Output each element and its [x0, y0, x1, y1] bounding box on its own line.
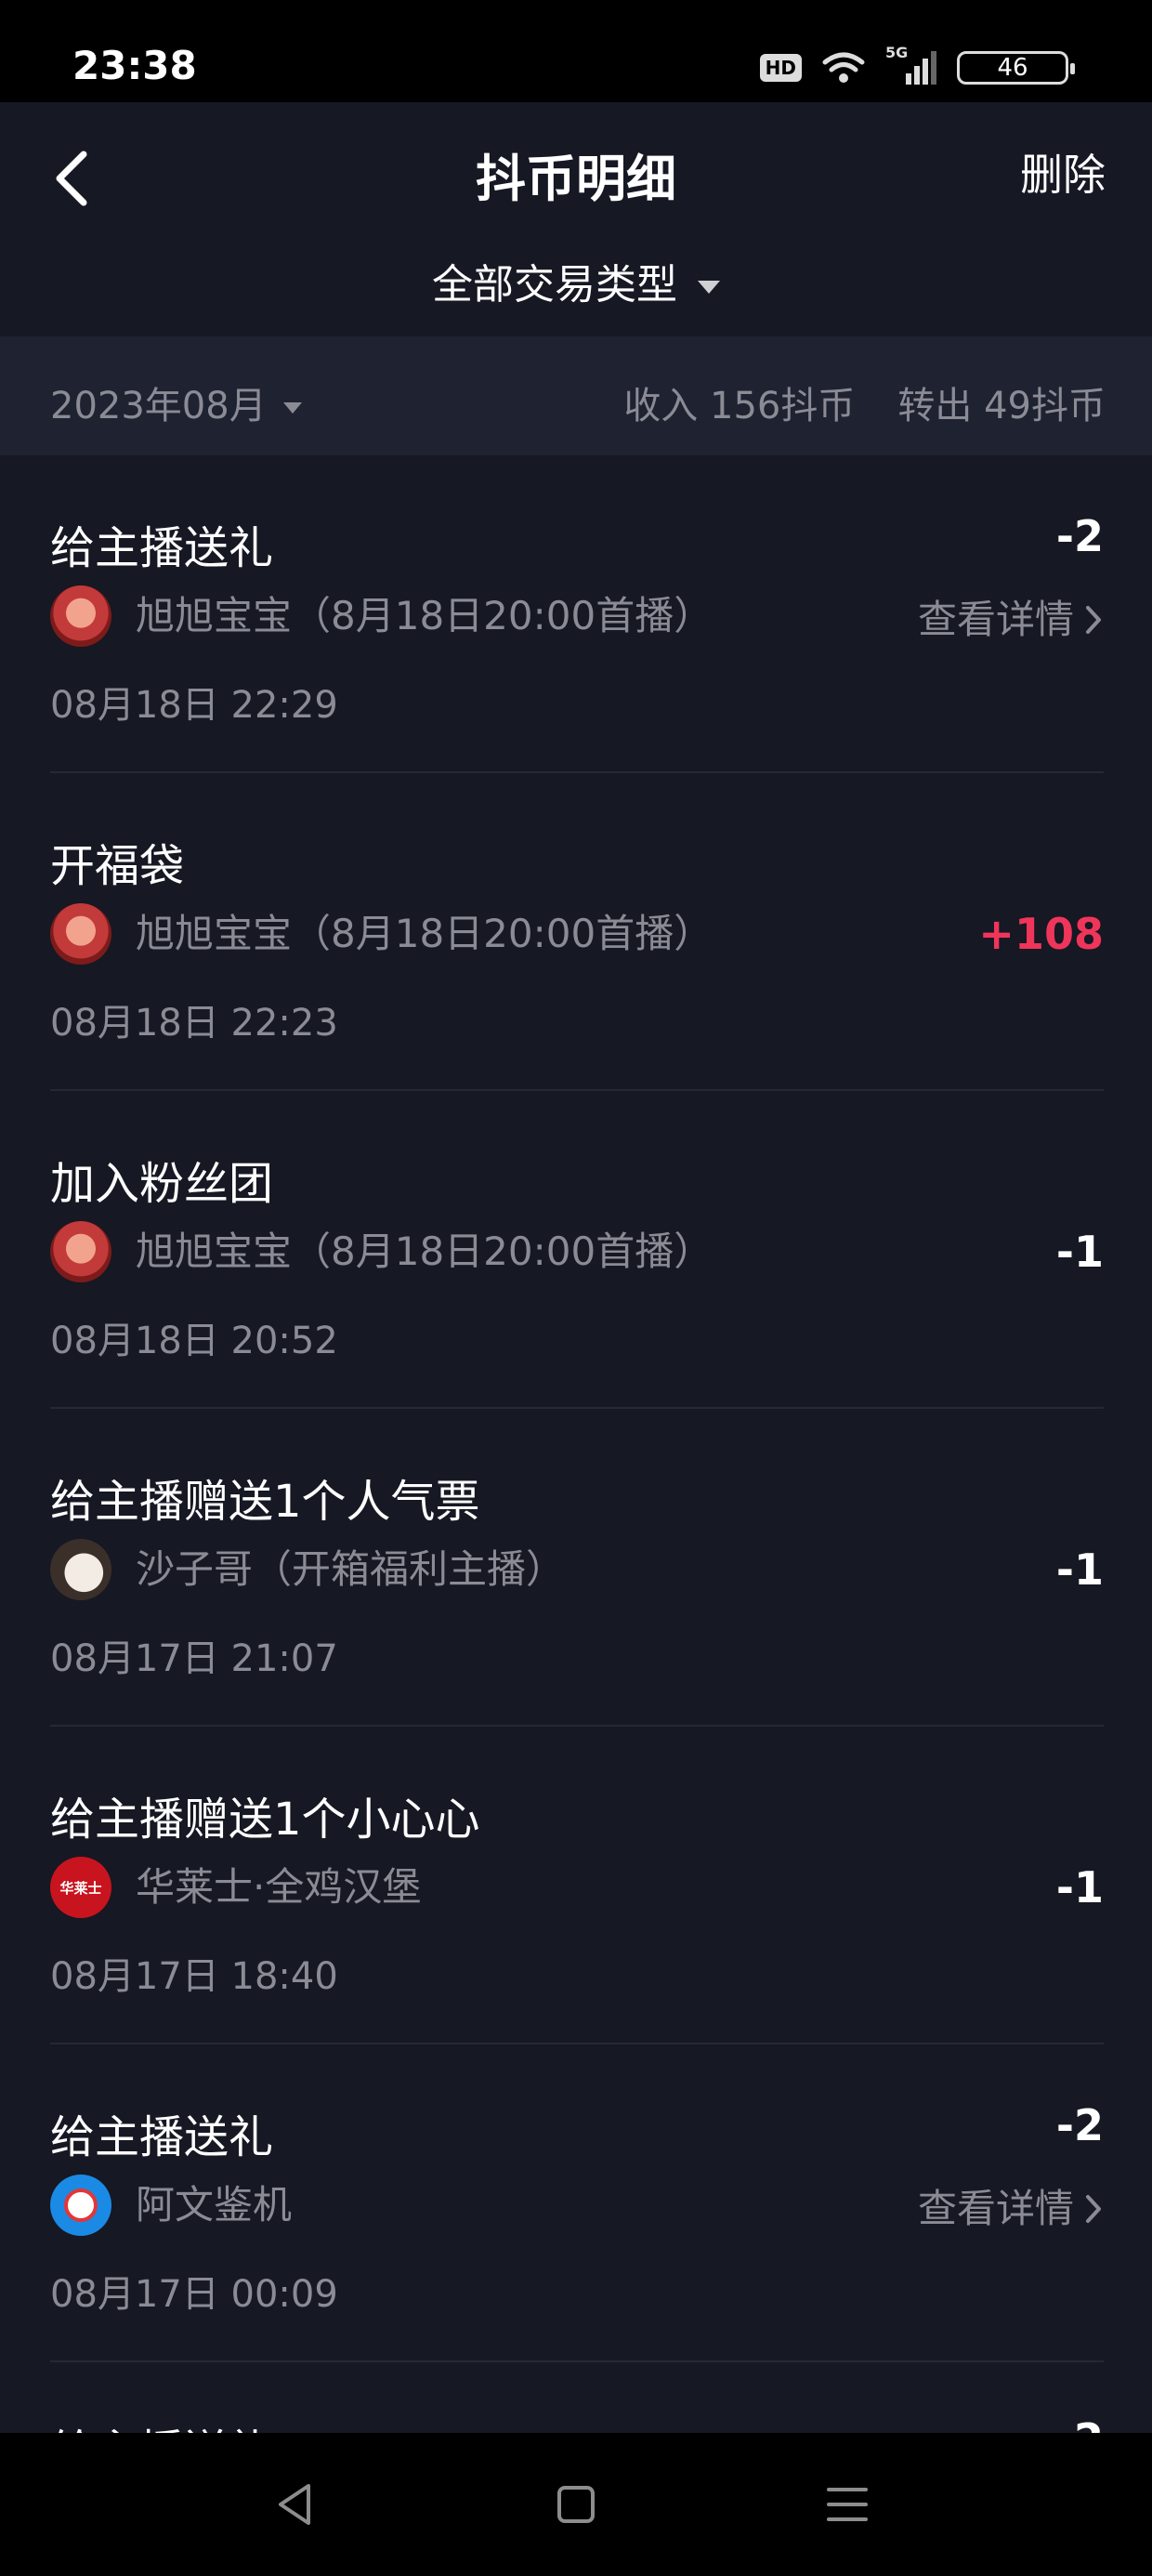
divider	[50, 2360, 1104, 2362]
status-bar: 23:38 HD 5G 46	[0, 0, 1152, 102]
view-details-label: 查看详情	[917, 597, 1074, 642]
caret-down-icon	[282, 402, 302, 414]
caret-down-icon	[698, 281, 720, 294]
month-summary: 2023年08月 收入 156抖币 转出 49抖币	[0, 336, 1152, 455]
transaction-row[interactable]: 给主播赠送1个小心心 华莱士 华莱士·全鸡汉堡 08月17日 18:40 -1	[0, 1727, 1152, 2044]
transaction-row[interactable]: 给主播送礼 旭旭宝宝（8月18日20:00首播） 08月18日 22:29 -2…	[0, 455, 1152, 773]
transaction-row[interactable]: 给主播赠送1个人气票 沙子哥（开箱福利主播） 08月17日 21:07 -1	[0, 1409, 1152, 1727]
transaction-time: 08月17日 00:09	[50, 2273, 338, 2316]
avatar	[50, 2175, 111, 2236]
transaction-time: 08月17日 18:40	[50, 1955, 338, 1998]
month-selector[interactable]: 2023年08月	[50, 375, 302, 429]
avatar	[50, 585, 111, 647]
square-home-icon	[557, 2486, 595, 2523]
chevron-right-icon	[1086, 2195, 1101, 2223]
nav-home-button[interactable]	[546, 2475, 606, 2534]
transaction-row[interactable]: 加入粉丝团 旭旭宝宝（8月18日20:00首播） 08月18日 20:52 -1	[0, 1091, 1152, 1409]
transaction-time: 08月17日 21:07	[50, 1637, 338, 1680]
battery-icon: 46	[957, 51, 1075, 85]
streamer-name: 华莱士·全鸡汉堡	[136, 1864, 422, 1910]
view-details-link[interactable]: 查看详情	[918, 2178, 1104, 2240]
streamer-name: 阿文鉴机	[136, 2182, 293, 2228]
cellular-icon: 5G	[885, 44, 936, 85]
status-time: 23:38	[72, 43, 197, 88]
transaction-amount: -2	[1055, 511, 1104, 561]
transaction-time: 08月18日 22:23	[50, 1002, 338, 1045]
status-icons: HD 5G 46	[759, 44, 1075, 91]
transaction-amount: -1	[1055, 1862, 1104, 1912]
view-details-link[interactable]: 查看详情	[918, 589, 1104, 651]
transaction-type-filter[interactable]: 全部交易类型	[0, 251, 1152, 310]
transaction-amount: -1	[1055, 1544, 1104, 1595]
transaction-title: 开福袋	[50, 840, 185, 892]
nav-menu-button[interactable]	[818, 2475, 877, 2534]
nav-back-button[interactable]	[268, 2475, 327, 2534]
streamer-name: 旭旭宝宝（8月18日20:00首播）	[136, 593, 713, 638]
streamer-name: 旭旭宝宝（8月18日20:00首播）	[136, 911, 713, 956]
transaction-row[interactable]: 开福袋 旭旭宝宝（8月18日20:00首播） 08月18日 22:23 +108	[0, 773, 1152, 1091]
avatar: 华莱士	[50, 1857, 111, 1918]
outgo-total: 转出 49抖币	[897, 385, 1106, 427]
hd-icon: HD	[759, 54, 802, 82]
transaction-title: 给主播赠送1个小心心	[50, 1794, 480, 1846]
month-label: 2023年08月	[50, 385, 267, 427]
triangle-back-icon	[279, 2484, 310, 2525]
transaction-title: 给主播送礼	[50, 522, 274, 574]
delete-button[interactable]: 删除	[1020, 141, 1106, 203]
totals: 收入 156抖币 转出 49抖币	[623, 375, 1106, 429]
transaction-title: 给主播送礼	[50, 2111, 274, 2163]
streamer-name: 旭旭宝宝（8月18日20:00首播）	[136, 1229, 713, 1274]
menu-icon	[827, 2488, 868, 2521]
wifi-icon	[822, 52, 865, 83]
transaction-title: 给主播赠送1个人气票	[50, 1476, 480, 1528]
income-total: 收入 156抖币	[623, 385, 856, 427]
brand-logo-text: 华莱士	[59, 1879, 102, 1897]
avatar	[50, 903, 111, 965]
system-nav-bar	[0, 2433, 1152, 2576]
transaction-amount: -1	[1055, 1227, 1104, 1277]
avatar	[50, 1539, 111, 1600]
chevron-right-icon	[1086, 606, 1101, 634]
transaction-time: 08月18日 20:52	[50, 1320, 338, 1362]
network-type-label: 5G	[885, 44, 909, 61]
transaction-list: 给主播送礼 旭旭宝宝（8月18日20:00首播） 08月18日 22:29 -2…	[0, 455, 1152, 2362]
filter-label: 全部交易类型	[432, 261, 677, 309]
page-title: 抖币明细	[476, 150, 676, 208]
battery-level: 46	[997, 54, 1028, 82]
transaction-time: 08月18日 22:29	[50, 684, 338, 727]
transaction-title: 加入粉丝团	[50, 1158, 274, 1210]
header: 抖币明细 删除 全部交易类型	[0, 102, 1152, 335]
transaction-row[interactable]: 给主播送礼 阿文鉴机 08月17日 00:09 -2 查看详情	[0, 2044, 1152, 2362]
transaction-amount: +108	[978, 909, 1104, 959]
avatar	[50, 1221, 111, 1282]
view-details-label: 查看详情	[917, 2186, 1074, 2231]
transaction-amount: -2	[1055, 2100, 1104, 2150]
streamer-name: 沙子哥（开箱福利主播）	[136, 1546, 566, 1592]
